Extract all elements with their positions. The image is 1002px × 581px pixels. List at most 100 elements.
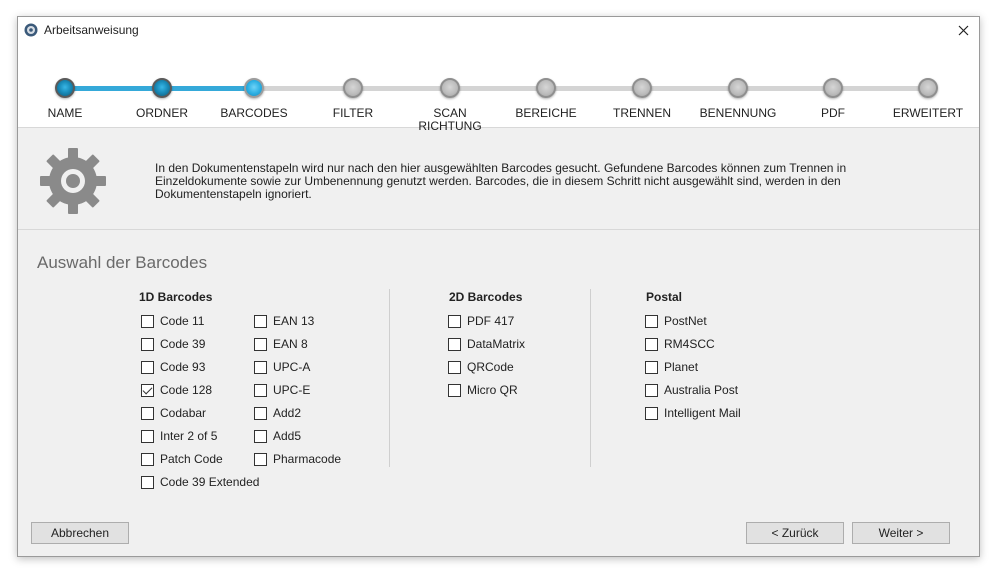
step-dot-8[interactable] [823,78,843,98]
checkbox[interactable] [141,337,154,351]
checkbox-label: Micro QR [467,383,518,397]
checkbox-label: QRCode [467,360,514,374]
checkbox-row[interactable]: Code 93 [141,359,205,375]
group-title-1d: 1D Barcodes [139,290,213,304]
checkbox-row[interactable]: UPC-A [254,359,310,375]
section-title: Auswahl der Barcodes [37,253,208,272]
checkbox[interactable] [254,429,267,443]
checkbox[interactable] [254,360,267,374]
checkbox-row[interactable]: Codabar [141,405,206,421]
checkbox-label: Code 93 [160,360,206,374]
dialog-window: Arbeitsanweisung NAME ORDNER BARCODES FILTE… [17,16,980,557]
step-dot-6[interactable] [632,78,652,98]
step-dot-2[interactable] [244,78,264,98]
checkbox-label: UPC-A [273,360,311,374]
step-dot-9[interactable] [918,78,938,98]
step-connector [738,86,833,91]
step-dot-0[interactable] [55,78,75,98]
step-dot-7[interactable] [728,78,748,98]
checkbox[interactable] [645,314,658,328]
step-dot-3[interactable] [343,78,363,98]
cancel-button[interactable]: Abbrechen [31,522,129,544]
checkbox-row[interactable]: EAN 8 [254,336,308,352]
checkbox-row[interactable]: UPC-E [254,382,310,398]
close-button[interactable] [947,17,979,44]
step-connector [353,86,450,91]
checkbox[interactable] [645,360,658,374]
checkbox[interactable] [645,337,658,351]
back-button[interactable]: < Zurück [746,522,844,544]
step-connector [254,86,353,91]
info-panel: In den Dokumentenstapeln wird nur nach d… [18,128,979,230]
step-label[interactable]: BEREICHE [501,107,591,120]
checkbox-row[interactable]: Code 39 [141,336,205,352]
step-label[interactable]: FILTER [308,107,398,120]
checkbox[interactable] [448,337,461,351]
checkbox[interactable] [141,475,154,489]
step-connector [65,86,162,91]
checkbox[interactable] [448,314,461,328]
checkbox-label: Planet [664,360,699,374]
checkbox[interactable] [141,406,154,420]
step-connector [833,86,928,91]
checkbox-row[interactable]: RM4SCC [645,336,715,352]
checkbox-row[interactable]: EAN 13 [254,313,314,329]
step-label[interactable]: PDF [788,107,878,120]
checkbox-row[interactable]: Add5 [254,428,301,444]
checkbox-row[interactable]: DataMatrix [448,336,525,352]
checkbox-row[interactable]: Planet [645,359,698,375]
checkbox-label: Add2 [273,406,302,420]
checkbox[interactable] [141,429,154,443]
checkbox-label: Australia Post [664,383,739,397]
step-label[interactable]: ERWEITERT [883,107,973,120]
checkbox[interactable] [448,360,461,374]
wizard-stepper: NAME ORDNER BARCODES FILTER SCAN RICHTUNG BER… [18,44,979,133]
checkbox-label: Pharmacode [273,452,342,466]
checkbox[interactable] [448,383,461,397]
checkbox-row[interactable]: Code 11 [141,313,204,329]
checkbox-label: Add5 [273,429,302,443]
step-label[interactable]: BENENNUNG [693,107,783,120]
next-button[interactable]: Weiter > [852,522,950,544]
checkbox-row[interactable]: Code 39 Extended [141,474,259,490]
step-label[interactable]: TRENNEN [597,107,687,120]
checkbox[interactable] [254,452,267,466]
checkbox[interactable] [254,406,267,420]
checkbox-checked[interactable] [141,383,154,397]
checkbox-row[interactable]: Australia Post [645,382,738,398]
checkbox-row[interactable]: PostNet [645,313,707,329]
checkbox-row[interactable]: QRCode [448,359,514,375]
checkbox-label: EAN 13 [273,314,315,328]
checkbox-row[interactable]: Patch Code [141,451,223,467]
checkbox-row[interactable]: PDF 417 [448,313,514,329]
checkbox[interactable] [254,337,267,351]
separator [389,289,390,467]
step-label[interactable]: BARCODES [209,107,299,120]
checkbox[interactable] [254,383,267,397]
checkbox[interactable] [141,452,154,466]
checkbox-label: Code 39 [160,337,206,351]
separator [590,289,591,467]
step-dot-1[interactable] [152,78,172,98]
checkbox-label: PDF 417 [467,314,515,328]
checkbox-label: RM4SCC [664,337,715,351]
title-bar: Arbeitsanweisung [18,17,979,44]
checkbox[interactable] [645,383,658,397]
checkbox-row[interactable]: Code 128 [141,382,212,398]
step-dot-5[interactable] [536,78,556,98]
checkbox-row[interactable]: Inter 2 of 5 [141,428,217,444]
checkbox-row[interactable]: Intelligent Mail [645,405,741,421]
checkbox-row[interactable]: Micro QR [448,382,518,398]
step-label[interactable]: NAME [20,107,110,120]
checkbox[interactable] [254,314,267,328]
step-dot-4[interactable] [440,78,460,98]
checkbox[interactable] [141,360,154,374]
checkbox[interactable] [141,314,154,328]
step-connector [450,86,546,91]
checkbox[interactable] [645,406,658,420]
checkbox-row[interactable]: Pharmacode [254,451,341,467]
step-label[interactable]: ORDNER [117,107,207,120]
checkbox-row[interactable]: Add2 [254,405,301,421]
checkbox-label: EAN 8 [273,337,308,351]
group-title-2d: 2D Barcodes [449,290,523,304]
